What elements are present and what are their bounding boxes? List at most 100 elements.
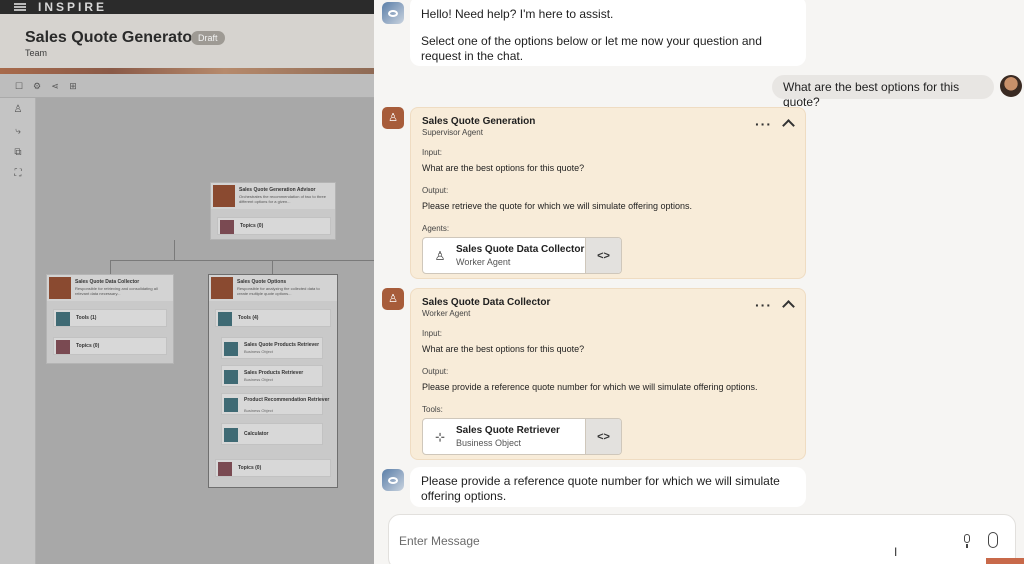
- side-rail: ♙ ⤷ ⧉ ⛶: [0, 98, 36, 564]
- select-tool-icon[interactable]: ☐: [14, 81, 24, 91]
- node-advisor[interactable]: Sales Quote Generation Advisor Orchestra…: [210, 182, 336, 240]
- collapse-chevron-icon[interactable]: [782, 300, 795, 313]
- topics-chip[interactable]: Topics (0): [53, 337, 167, 355]
- worker-agent-item[interactable]: ♙ Sales Quote Data Collector Worker Agen…: [422, 237, 622, 274]
- card-title: Sales Quote Data Collector: [422, 297, 551, 308]
- collapse-chevron-icon[interactable]: [782, 119, 795, 132]
- item-subtitle: Worker Agent: [456, 257, 511, 267]
- topics-icon: [56, 340, 70, 354]
- card-subtitle: Supervisor Agent: [422, 128, 483, 137]
- hamburger-menu-icon[interactable]: [14, 3, 26, 11]
- assistant-greeting-bubble: Hello! Need help? I'm here to assist. Se…: [410, 0, 806, 66]
- code-view-icon[interactable]: <>: [585, 238, 621, 273]
- tools-chip[interactable]: Tools (4): [215, 309, 331, 327]
- brand-logo: INSPIRE: [38, 0, 108, 14]
- agent-node-icon: [211, 277, 233, 299]
- user-message-bubble: What are the best options for this quote…: [772, 75, 994, 109]
- settings-icon[interactable]: ⚙: [32, 81, 42, 91]
- agent-icon: ♙: [382, 288, 404, 310]
- connector-line: [110, 260, 111, 274]
- item-title: Sales Quote Retriever: [456, 425, 560, 436]
- tool-item[interactable]: Product Recommendation Retriever Busines…: [221, 393, 329, 415]
- output-label: Output:: [422, 186, 449, 195]
- card-title: Sales Quote Generation: [422, 116, 536, 127]
- calculator-icon: [224, 428, 238, 442]
- assistant-avatar-icon: [382, 2, 404, 24]
- connector-line: [174, 240, 175, 260]
- tool-item[interactable]: Sales Quote Products Retriever Business …: [221, 337, 323, 359]
- tools-chip[interactable]: Tools (1): [53, 309, 167, 327]
- tools-label: Tools:: [422, 405, 443, 414]
- topics-icon: [218, 462, 232, 476]
- assistant-message-bubble: Please provide a reference quote number …: [410, 467, 806, 507]
- business-object-icon: [224, 398, 238, 412]
- agent-icon: ♙: [434, 249, 446, 263]
- greeting-line-1: Hello! Need help? I'm here to assist.: [421, 7, 614, 21]
- node-title: Sales Quote Generation Advisor: [239, 187, 316, 193]
- flow-icon[interactable]: ⤷: [12, 126, 24, 138]
- text-cursor-icon: I: [894, 545, 898, 559]
- input-label: Input:: [422, 148, 443, 157]
- agent-card-worker: Sales Quote Data Collector Worker Agent …: [410, 288, 806, 460]
- node-title: Sales Quote Options: [237, 279, 287, 285]
- tools-icon: [218, 312, 232, 326]
- node-data-collector[interactable]: Sales Quote Data Collector Responsible f…: [46, 274, 174, 364]
- business-object-icon: [224, 370, 238, 384]
- input-value: What are the best options for this quote…: [422, 344, 585, 354]
- tools-icon: [56, 312, 70, 326]
- card-subtitle: Worker Agent: [422, 309, 471, 318]
- item-subtitle: Business Object: [456, 438, 522, 448]
- message-input[interactable]: [399, 529, 939, 553]
- assistant-message-text: Please provide a reference quote number …: [421, 474, 780, 503]
- output-value: Please retrieve the quote for which we w…: [422, 201, 692, 211]
- status-badge: Draft: [191, 31, 225, 45]
- expand-icon[interactable]: ⛶: [12, 168, 24, 180]
- page-subtitle: Team: [25, 48, 48, 58]
- output-label: Output:: [422, 367, 449, 376]
- tool-item[interactable]: Calculator: [221, 423, 323, 445]
- background-app: INSPIRE Sales Quote Generator Draft Team…: [0, 0, 374, 564]
- node-description: Responsible for analyzing the collected …: [237, 286, 320, 296]
- attachment-icon[interactable]: [988, 532, 998, 548]
- more-options-icon[interactable]: ···: [755, 298, 772, 312]
- code-view-icon[interactable]: <>: [585, 419, 621, 454]
- node-quote-options[interactable]: Sales Quote Options Responsible for anal…: [208, 274, 338, 488]
- agent-node-icon: [213, 185, 235, 207]
- page-header: Sales Quote Generator Draft Team: [0, 14, 374, 68]
- topics-icon: [220, 220, 234, 234]
- node-description: Orchestrates the recommendation of two t…: [239, 194, 326, 204]
- topics-chip[interactable]: Topics (0): [215, 459, 331, 477]
- node-description: Responsible for retrieving and consolida…: [75, 286, 158, 296]
- connector-line: [110, 260, 374, 261]
- connector-line: [272, 260, 273, 274]
- business-object-icon: [224, 342, 238, 356]
- more-options-icon[interactable]: ···: [755, 117, 772, 131]
- chat-panel: Hello! Need help? I'm here to assist. Se…: [374, 0, 1024, 564]
- agent-card-supervisor: Sales Quote Generation Supervisor Agent …: [410, 107, 806, 279]
- send-button[interactable]: [986, 558, 1024, 564]
- agent-icon: ♙: [382, 107, 404, 129]
- input-value: What are the best options for this quote…: [422, 163, 585, 173]
- assistant-avatar-icon: [382, 469, 404, 491]
- topics-chip[interactable]: Topics (0): [217, 217, 331, 235]
- message-composer: [388, 514, 1016, 564]
- user-avatar: [1000, 75, 1022, 97]
- grid-icon[interactable]: ⊞: [68, 81, 78, 91]
- business-object-icon: ⊹: [434, 430, 446, 444]
- agent-node-icon: [49, 277, 71, 299]
- node-title: Sales Quote Data Collector: [75, 279, 140, 285]
- app-topbar: INSPIRE: [0, 0, 374, 14]
- agent-icon[interactable]: ♙: [12, 104, 24, 116]
- item-title: Sales Quote Data Collector: [456, 244, 585, 255]
- output-value: Please provide a reference quote number …: [422, 382, 758, 392]
- flow-canvas[interactable]: Sales Quote Generation Advisor Orchestra…: [36, 98, 374, 564]
- input-label: Input:: [422, 329, 443, 338]
- copy-icon[interactable]: ⧉: [12, 147, 24, 159]
- page-title: Sales Quote Generator: [25, 29, 199, 46]
- greeting-line-2: Select one of the options below or let m…: [421, 34, 762, 63]
- microphone-icon[interactable]: [962, 534, 972, 548]
- tool-item[interactable]: ⊹ Sales Quote Retriever Business Object …: [422, 418, 622, 455]
- tool-item[interactable]: Sales Products Retriever Business Object: [221, 365, 323, 387]
- share-icon[interactable]: ⋖: [50, 81, 60, 91]
- canvas-toolbar: ☐ ⚙ ⋖ ⊞: [0, 74, 374, 98]
